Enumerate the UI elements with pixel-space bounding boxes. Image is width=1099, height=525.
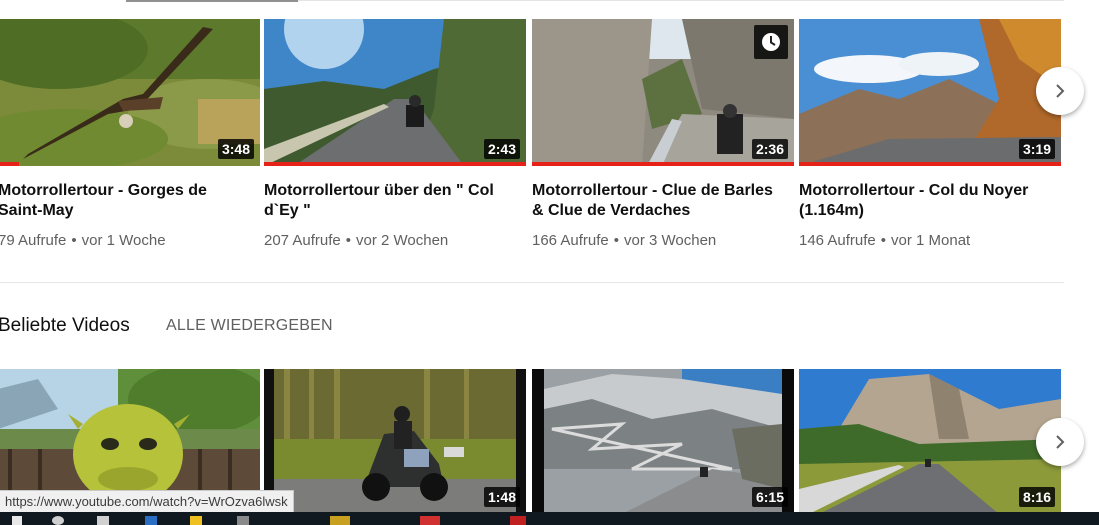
video-thumbnail[interactable]: 3:48 <box>0 19 260 166</box>
taskbar-app-icon[interactable] <box>420 516 440 525</box>
video-thumbnail[interactable]: 8:16 <box>799 369 1061 514</box>
task-view-icon[interactable] <box>97 516 109 525</box>
meta-separator: • <box>880 232 886 249</box>
clock-icon <box>762 33 780 51</box>
windows-taskbar <box>0 512 1099 525</box>
video-duration: 3:19 <box>1018 139 1055 159</box>
taskbar-app-icon[interactable] <box>145 516 157 525</box>
video-thumbnail[interactable]: 3:19 <box>799 19 1061 166</box>
upload-age: vor 1 Woche <box>81 232 166 249</box>
video-thumbnail[interactable]: 6:15 <box>532 369 794 514</box>
view-count: 207 Aufrufe <box>264 232 341 249</box>
video-thumbnail[interactable]: 1:48 <box>264 369 526 514</box>
meta-separator: • <box>613 232 619 249</box>
status-bar-url: https://www.youtube.com/watch?v=WrOzva6l… <box>0 490 294 514</box>
taskbar-app-icon[interactable] <box>190 516 202 525</box>
watch-progress <box>264 162 526 166</box>
taskbar-app-icon[interactable] <box>237 516 249 525</box>
shelf-next-button[interactable] <box>1036 418 1084 466</box>
shelf-next-button[interactable] <box>1036 67 1084 115</box>
video-duration: 2:43 <box>483 139 520 159</box>
play-all-button[interactable]: ALLE WIEDERGEBEN <box>166 317 333 335</box>
video-duration: 2:36 <box>751 139 788 159</box>
video-duration: 1:48 <box>483 487 520 507</box>
view-count: 146 Aufrufe <box>799 232 876 249</box>
watch-later-button[interactable] <box>754 25 788 59</box>
video-thumbnail[interactable]: 2:36 <box>532 19 794 166</box>
section-divider <box>0 282 1064 283</box>
video-title[interactable]: Motorrollertour - Clue de Barles & Clue … <box>532 181 782 221</box>
view-count: 79 Aufrufe <box>0 232 67 249</box>
watch-progress <box>0 162 19 166</box>
watch-progress <box>799 162 1061 166</box>
video-title[interactable]: Motorrollertour - Col du Noyer (1.164m) <box>799 181 1049 221</box>
watch-progress <box>532 162 794 166</box>
video-meta: 79 Aufrufe • vor 1 Woche <box>0 232 258 250</box>
taskbar-app-icon[interactable] <box>510 516 526 525</box>
video-duration: 6:15 <box>751 487 788 507</box>
video-meta: 146 Aufrufe • vor 1 Monat <box>799 232 1059 250</box>
video-meta: 166 Aufrufe • vor 3 Wochen <box>532 232 792 250</box>
video-title[interactable]: Motorrollertour - Gorges de Saint-May <box>0 181 248 221</box>
start-button[interactable] <box>12 516 22 525</box>
top-tab-indicator <box>126 0 298 2</box>
upload-age: vor 3 Wochen <box>624 232 717 249</box>
upload-age: vor 1 Monat <box>891 232 971 249</box>
meta-separator: • <box>345 232 351 249</box>
video-duration: 8:16 <box>1018 487 1055 507</box>
upload-age: vor 2 Wochen <box>356 232 449 249</box>
taskbar-app-icon[interactable] <box>330 516 350 525</box>
section-title[interactable]: Beliebte Videos <box>0 315 130 337</box>
video-title[interactable]: Motorrollertour über den " Col d`Ey " <box>264 181 514 221</box>
meta-separator: • <box>71 232 77 249</box>
video-meta: 207 Aufrufe • vor 2 Wochen <box>264 232 524 250</box>
chevron-right-icon <box>1056 84 1065 98</box>
top-rule <box>298 0 1064 1</box>
search-icon[interactable] <box>52 516 64 525</box>
view-count: 166 Aufrufe <box>532 232 609 249</box>
video-duration: 3:48 <box>217 139 254 159</box>
video-thumbnail[interactable]: 2:43 <box>264 19 526 166</box>
chevron-right-icon <box>1056 435 1065 449</box>
